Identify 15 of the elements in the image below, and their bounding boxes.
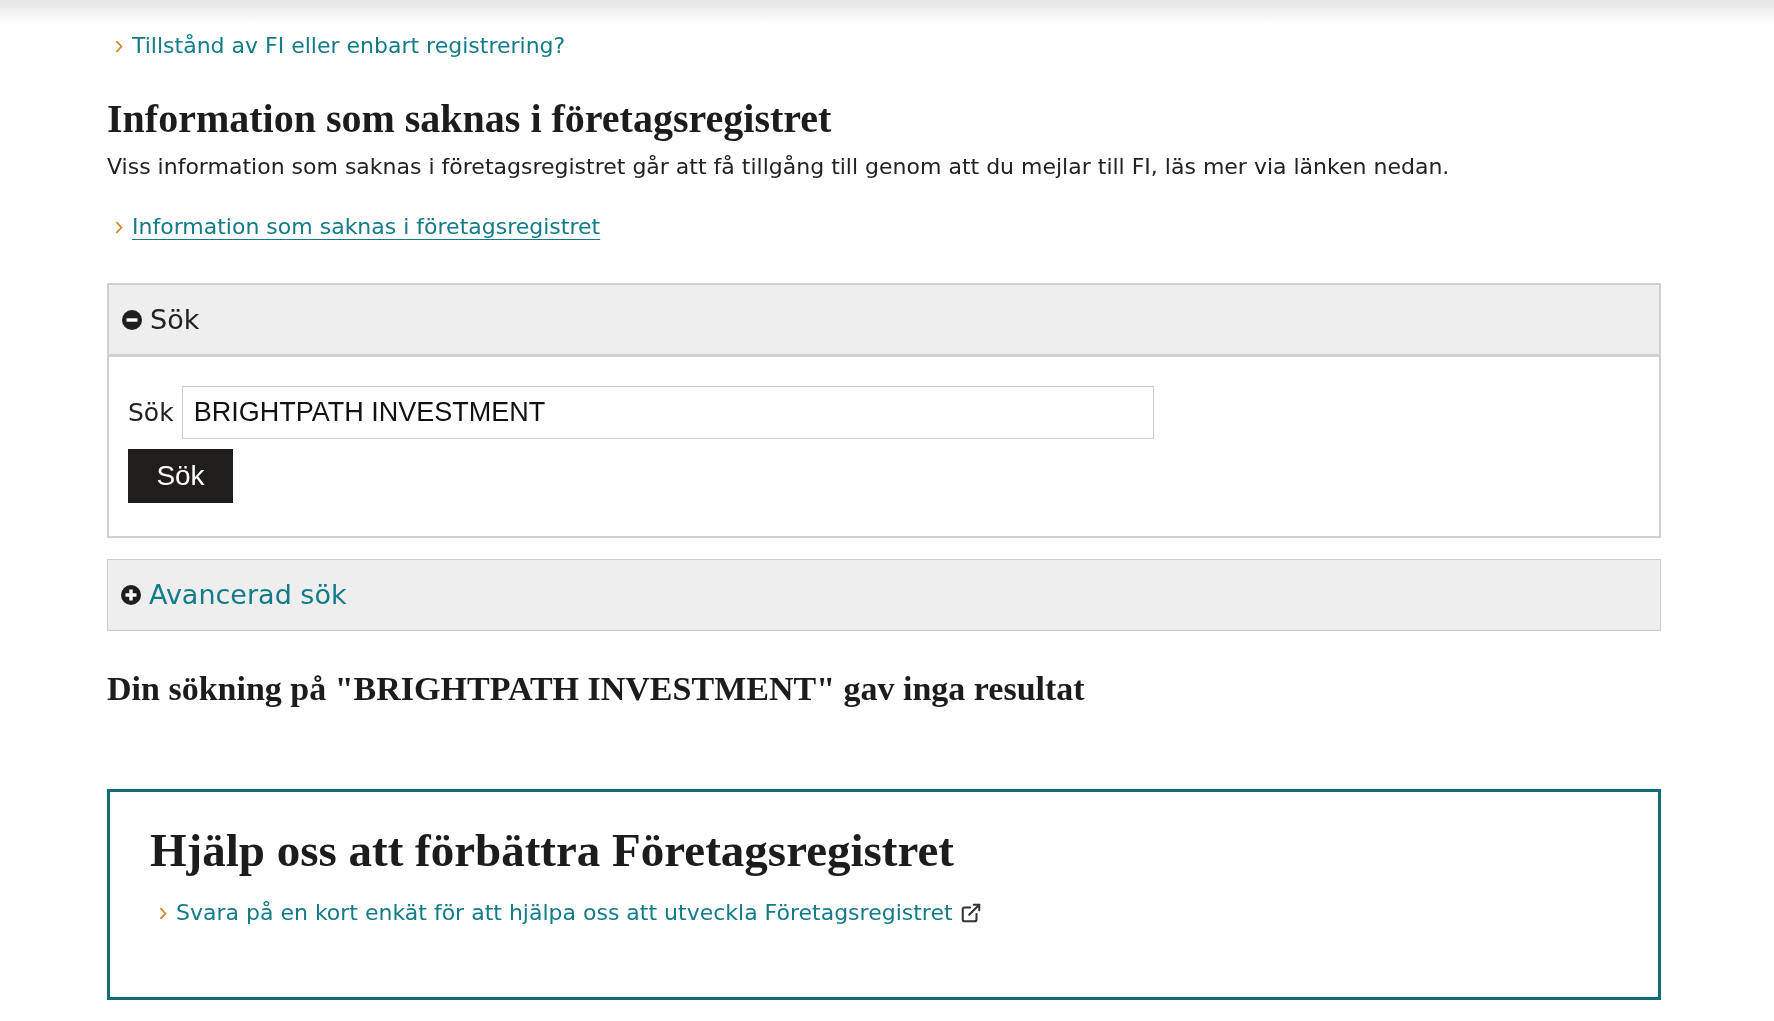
search-label: Sök [128, 397, 174, 428]
chevron-icon [115, 220, 123, 234]
panel-toggle[interactable]: Avancerad sök [121, 578, 347, 612]
result-heading: Din sökning på "BRIGHTPATH INVESTMENT" gav inga resultat [107, 669, 1086, 709]
search-field[interactable]: BRIGHTPATH INVESTMENT [181, 386, 1154, 439]
panel-toggle[interactable]: Sök [122, 302, 200, 337]
chevron-icon [115, 39, 123, 53]
chevron-icon [159, 906, 167, 920]
info-text: Viss information som saknas i företagsregistret går att få tillgång till genom att du mejlar till FI, läs mer via länken nedan. [107, 153, 1451, 181]
search-button[interactable]: Sök [128, 449, 233, 503]
link[interactable]: Tillstånd av FI eller enbart registrering? [115, 31, 566, 61]
link[interactable]: Information som saknas i företagsregistret [115, 212, 601, 242]
link[interactable]: Svara på en kort enkät för att hjälpa oss att utveckla Företagsregistret [159, 898, 982, 928]
feedback-heading: Hjälp oss att förbättra Företagsregistret [150, 823, 955, 878]
section-heading: Information som saknas i företagsregistret [107, 95, 833, 143]
